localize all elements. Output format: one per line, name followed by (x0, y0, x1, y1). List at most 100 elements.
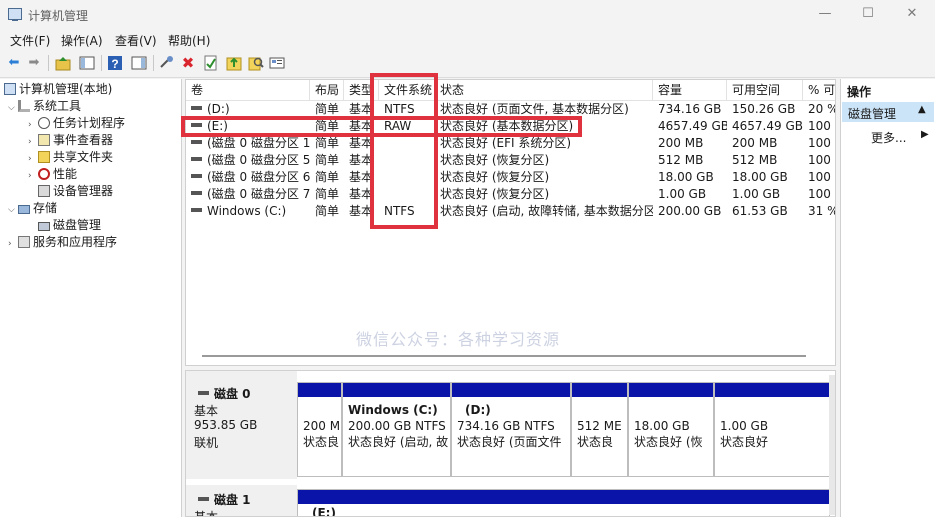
table-row[interactable]: Windows (C:) 简单 基本 NTFS 状态良好 (启动, 故障转储, 基本数据… (186, 203, 835, 220)
partition-bar (715, 383, 829, 397)
chevron-right-icon[interactable]: ▶ (921, 129, 929, 140)
table-row[interactable]: (磁盘 0 磁盘分区 7) 简单 基本 状态良好 (恢复分区) 1.00 GB 1.00 … (186, 186, 835, 203)
menu-action[interactable]: 操作(A) (61, 32, 103, 49)
tree-label: 共享文件夹 (53, 150, 114, 164)
collapse-up-icon[interactable]: ▲ (918, 104, 926, 115)
volume-icon (191, 191, 202, 195)
disk-1-label[interactable]: 磁盘 1 基本 (186, 485, 297, 517)
properties-icon[interactable] (203, 55, 219, 71)
console-tree-icon[interactable] (79, 55, 95, 71)
tree-item-system-tools[interactable]: ⌵ 系统工具 (8, 98, 81, 115)
performance-icon (38, 168, 50, 180)
chevron-down-icon[interactable]: ⌵ (8, 100, 18, 117)
partition-recovery-6[interactable]: 18.00 GB 状态良好 (恢 (628, 382, 714, 477)
horizontal-scrollbar[interactable] (202, 355, 806, 357)
menu-file[interactable]: 文件(F) (10, 32, 50, 49)
chevron-right-icon[interactable]: › (8, 236, 18, 253)
column-header-free-space[interactable]: 可用空间 (727, 80, 803, 101)
partition-efi[interactable]: 200 M 状态良 (297, 382, 342, 477)
volume-name: Windows (C:) (186, 203, 310, 220)
tree-item-event-viewer[interactable]: › 事件查看器 (28, 132, 113, 149)
chevron-right-icon[interactable]: › (28, 168, 38, 185)
help-icon[interactable]: ? (107, 55, 123, 71)
forward-arrow-icon[interactable]: ➡ (26, 55, 42, 71)
volume-percent-free: 100 9 (808, 187, 835, 201)
partition-size: 200 M (303, 419, 341, 433)
toolbar-separator (48, 55, 49, 71)
column-header-capacity[interactable]: 容量 (653, 80, 727, 101)
volume-icon (191, 140, 202, 144)
disk-1-kind: 基本 (194, 510, 219, 517)
tree-item-shared-folders[interactable]: › 共享文件夹 (28, 149, 113, 166)
tree-item-performance[interactable]: › 性能 (28, 166, 77, 183)
volume-name-text: (磁盘 0 磁盘分区 6) (207, 170, 310, 184)
maximize-button[interactable]: ☐ (858, 6, 878, 22)
partition-bar (343, 383, 450, 397)
volume-free-space: 18.00 GB (732, 170, 788, 184)
volume-status: 状态良好 (恢复分区) (440, 187, 550, 201)
tree-item-device-manager[interactable]: 设备管理器 (38, 183, 113, 200)
partition-status: 状态良好 (恢 (634, 435, 703, 449)
tree-item-disk-management[interactable]: 磁盘管理 (38, 217, 101, 234)
show-hide-icon[interactable] (131, 55, 147, 71)
volume-percent-free: 100 9 (808, 136, 835, 150)
tree-item-storage[interactable]: ⌵ 存储 (8, 200, 57, 217)
up-folder-icon[interactable] (55, 55, 71, 71)
tree-item-root[interactable]: 计算机管理(本地) (4, 81, 112, 98)
vertical-scrollbar[interactable] (829, 375, 835, 515)
tree-item-services-apps[interactable]: › 服务和应用程序 (8, 234, 117, 251)
volume-capacity: 512 MB (658, 153, 704, 167)
tree-label: 存储 (33, 201, 58, 215)
column-header-layout[interactable]: 布局 (310, 80, 344, 101)
column-header-volume[interactable]: 卷 (186, 80, 310, 101)
volume-name: (磁盘 0 磁盘分区 5) (186, 152, 310, 169)
volume-layout: 简单 (315, 136, 340, 150)
actions-pane: 操作 磁盘管理 ▲ 更多... ▶ (840, 79, 935, 517)
search-icon[interactable] (248, 55, 264, 71)
actions-section-disk-management[interactable]: 磁盘管理 ▲ (842, 102, 934, 122)
menu-view[interactable]: 查看(V) (115, 32, 157, 49)
clock-icon (38, 117, 50, 129)
partition-size: 18.00 GB (634, 419, 690, 433)
minimize-button[interactable]: — (815, 6, 835, 22)
volume-free-space: 150.26 GB (732, 102, 796, 116)
device-manager-icon (38, 185, 50, 197)
volume-free-space: 1.00 GB (732, 187, 781, 201)
close-button[interactable]: ✕ (902, 6, 922, 22)
partition-d[interactable]: (D:) 734.16 GB NTFS 状态良好 (页面文件 (451, 382, 571, 477)
partition-recovery-5[interactable]: 512 ME 状态良 (571, 382, 628, 477)
window-title: 计算机管理 (28, 9, 89, 23)
partition-bar (572, 383, 627, 397)
table-row[interactable]: (磁盘 0 磁盘分区 6) 简单 基本 状态良好 (恢复分区) 18.00 GB 18.0… (186, 169, 835, 186)
disk-0-label[interactable]: 磁盘 0 基本 953.85 GB 联机 (186, 371, 297, 479)
chevron-down-icon[interactable]: ⌵ (8, 202, 18, 219)
event-viewer-icon (38, 134, 50, 146)
partition-bar (298, 383, 341, 397)
partition-windows-c[interactable]: Windows (C:) 200.00 GB NTFS 状态良好 (启动, 故 (342, 382, 451, 477)
toolbar-separator (101, 55, 102, 71)
back-arrow-icon[interactable]: ⬅ (6, 55, 22, 71)
volume-capacity: 200 MB (658, 136, 704, 150)
actions-more-link[interactable]: 更多... (871, 129, 906, 146)
menu-help[interactable]: 帮助(H) (168, 32, 210, 49)
tree-item-task-scheduler[interactable]: › 任务计划程序 (28, 115, 125, 132)
volume-percent-free: 100 9 (808, 153, 835, 167)
volume-status: 状态良好 (EFI 系统分区) (440, 136, 572, 150)
partition-e[interactable]: (E:) (297, 489, 830, 516)
e-drive-row-highlight (181, 116, 582, 137)
column-header-percent-free[interactable]: % 可 (803, 80, 835, 101)
connect-icon[interactable] (159, 55, 175, 71)
volume-layout: 简单 (315, 204, 340, 218)
table-row[interactable]: (磁盘 0 磁盘分区 5) 简单 基本 状态良好 (恢复分区) 512 MB 512 MB… (186, 152, 835, 169)
delete-icon[interactable]: ✖ (180, 55, 196, 71)
column-header-status[interactable]: 状态 (435, 80, 653, 101)
tree-label: 任务计划程序 (53, 116, 126, 130)
tree-label: 性能 (53, 167, 78, 181)
tools-icon (18, 100, 30, 112)
filesystem-column-highlight (370, 73, 438, 229)
partition-recovery-7[interactable]: 1.00 GB 状态良好 (714, 382, 830, 477)
import-icon[interactable] (226, 55, 242, 71)
view-icon[interactable] (269, 55, 285, 71)
table-row[interactable]: (磁盘 0 磁盘分区 1) 简单 基本 状态良好 (EFI 系统分区) 200 MB 20… (186, 135, 835, 152)
partition-size: 200.00 GB NTFS (348, 419, 446, 433)
